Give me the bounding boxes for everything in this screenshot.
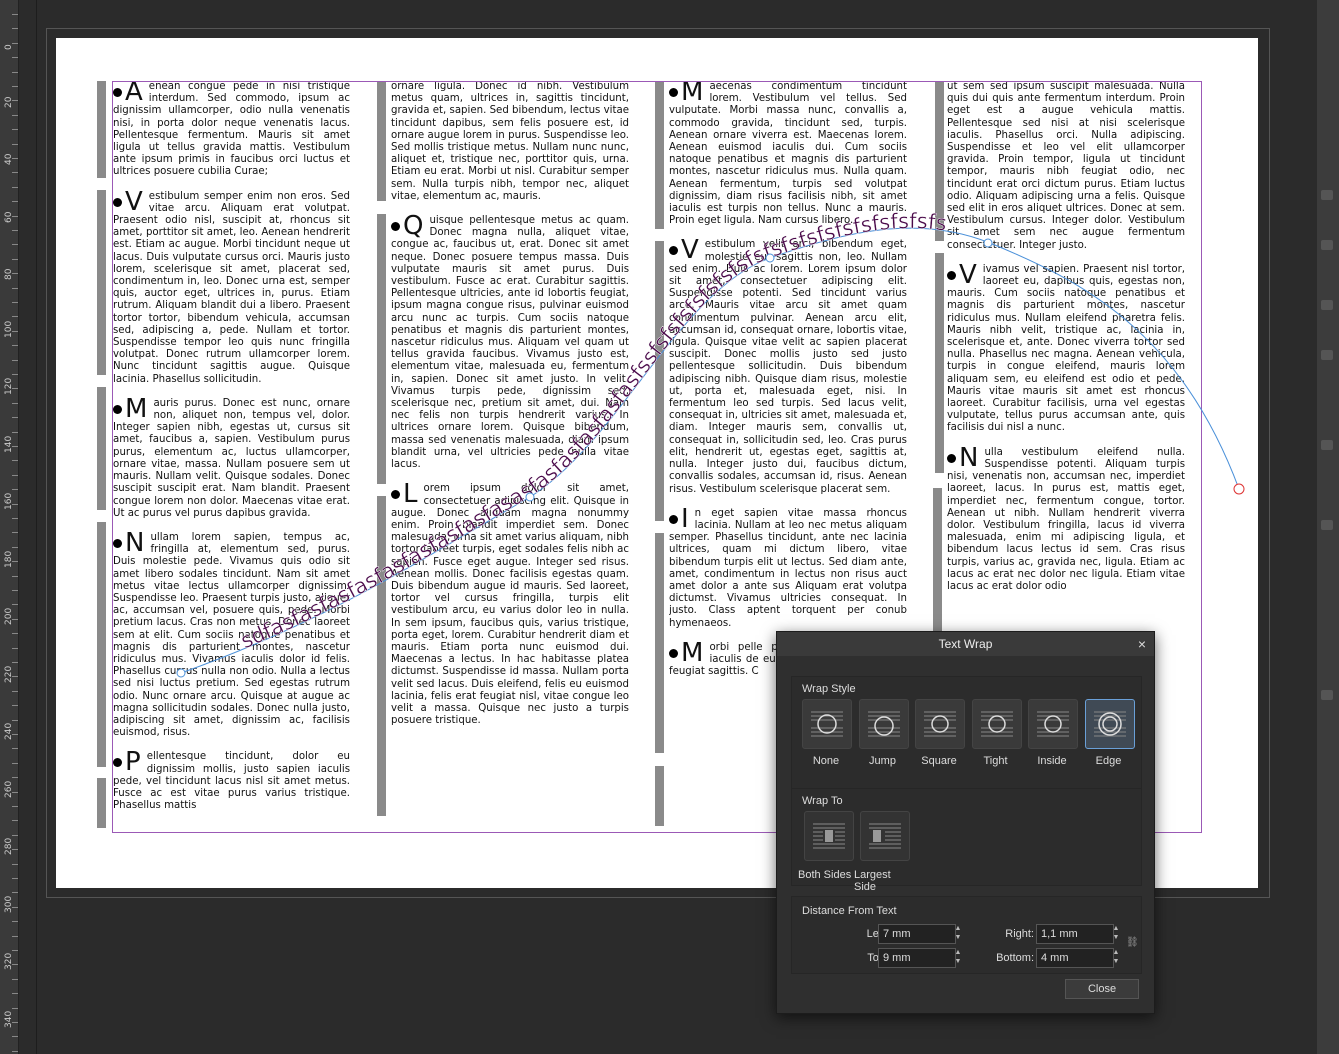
right-label: Right: [1005,928,1034,940]
top-stepper[interactable]: ▲ ▼ [954,948,962,966]
both-sides-button[interactable] [804,811,854,861]
path-node[interactable] [765,253,775,263]
wrap-style-label: Wrap Style [802,683,856,695]
path-node[interactable] [983,238,993,248]
wrap-style-jump-button[interactable] [858,699,909,749]
largest-side-label: Largest Side [854,869,891,893]
wrap-tight-icon [980,711,1013,737]
left-stepper[interactable]: ▲ ▼ [954,924,962,942]
close-icon[interactable]: × [1138,632,1146,656]
wrap-style-label: None [812,755,840,767]
wrap-style-section: Wrap Style None Jump Square Tight Inside Edge [791,676,1142,802]
wrap-inside-icon [1037,711,1069,737]
left-input[interactable]: 7 mm [878,924,956,944]
bottom-input[interactable]: 4 mm [1036,948,1114,968]
wrap-style-label: Square [921,755,957,767]
path-end-node[interactable] [1233,483,1245,495]
dialog-titlebar[interactable]: Text Wrap × [777,632,1154,656]
wrap-jump-icon [867,711,900,737]
path-node[interactable] [525,492,535,502]
path-start-node[interactable] [176,668,186,678]
wrap-to-section: Wrap To Both Sides Largest Side [791,788,1142,893]
close-button[interactable]: Close [1065,979,1139,999]
distance-label: Distance From Text [802,905,897,917]
dialog-title: Text Wrap [938,637,993,651]
bottom-stepper[interactable]: ▲ ▼ [1112,948,1120,966]
wrap-square-icon [924,711,956,737]
bottom-label: Bottom: [996,952,1034,964]
wrap-style-label: Tight [983,755,1008,767]
link-icon[interactable]: ⛓ [1126,937,1139,948]
wrap-style-none-button[interactable] [802,699,852,749]
both-sides-label: Both Sides [798,869,852,881]
text-wrap-dialog: Text Wrap × Wrap Style None Jump Square Tig… [776,631,1155,1014]
largest-side-button[interactable] [860,811,910,861]
wrap-none-icon [811,711,843,737]
top-input[interactable]: 9 mm [878,948,956,968]
distance-section: Distance From Text Left: 7 mm ▲▼ Top: 9 … [791,896,1142,974]
wrap-style-label: Jump [869,755,896,767]
wrap-style-tight-button[interactable] [971,699,1022,749]
right-stepper[interactable]: ▲ ▼ [1112,924,1120,942]
both-sides-icon [813,823,845,849]
wrap-to-label: Wrap To [802,795,843,807]
largest-side-icon [869,823,901,849]
wrap-style-label: Inside [1037,755,1067,767]
wrap-edge-icon [1093,711,1126,737]
right-input[interactable]: 1,1 mm [1036,924,1114,944]
wrap-style-edge-button[interactable] [1084,699,1135,749]
wrap-style-label: Edge [1095,755,1122,767]
wrap-style-inside-button[interactable] [1028,699,1078,749]
path-text[interactable]: sdfasfasfasfasfasfasfasfasfasasfasfasfas… [237,209,948,654]
wrap-style-square-button[interactable] [915,699,965,749]
